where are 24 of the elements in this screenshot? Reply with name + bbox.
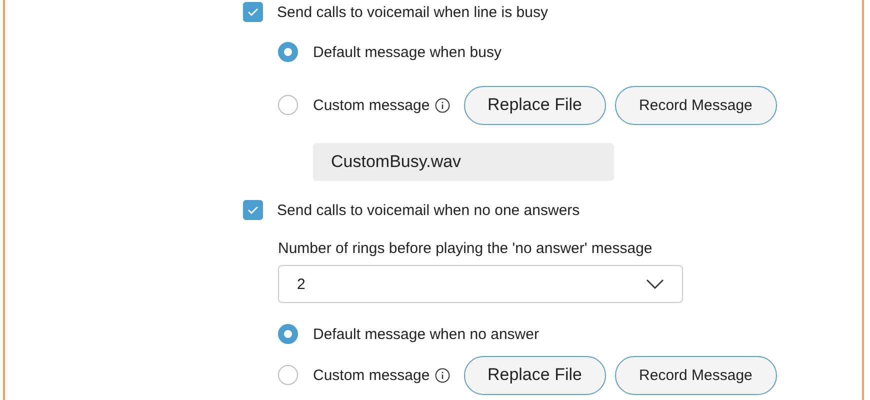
- checkmark-icon: [247, 7, 259, 17]
- checkbox-label: Send calls to voicemail when no one answers: [277, 202, 580, 218]
- radio-button[interactable]: [278, 324, 298, 344]
- file-name-field: CustomBusy.wav: [313, 143, 614, 181]
- radio-label: Custom message: [313, 366, 430, 384]
- radio-button[interactable]: [278, 95, 298, 115]
- info-icon[interactable]: [434, 98, 450, 112]
- radio-label: Default message when no answer: [313, 326, 539, 342]
- rings-dropdown[interactable]: 2: [278, 265, 683, 303]
- record-message-button[interactable]: Record Message: [614, 356, 777, 394]
- checkbox-label: Send calls to voicemail when line is busy: [277, 4, 548, 20]
- checkmark-icon: [247, 205, 259, 215]
- checkbox[interactable]: [243, 2, 263, 22]
- radio-label: Default message when busy: [313, 44, 502, 60]
- info-icon[interactable]: [434, 368, 450, 382]
- radio-label: Custom message: [313, 96, 430, 114]
- field-label: Number of rings before playing the 'no answer' message: [278, 239, 654, 259]
- record-message-button[interactable]: Record Message: [614, 86, 777, 124]
- radio-button[interactable]: [278, 365, 298, 385]
- chevron-down-icon: [646, 279, 664, 289]
- replace-file-button[interactable]: Replace File: [464, 356, 606, 394]
- checkbox[interactable]: [243, 200, 263, 220]
- radio-button[interactable]: [278, 42, 298, 62]
- replace-file-button[interactable]: Replace File: [464, 86, 606, 124]
